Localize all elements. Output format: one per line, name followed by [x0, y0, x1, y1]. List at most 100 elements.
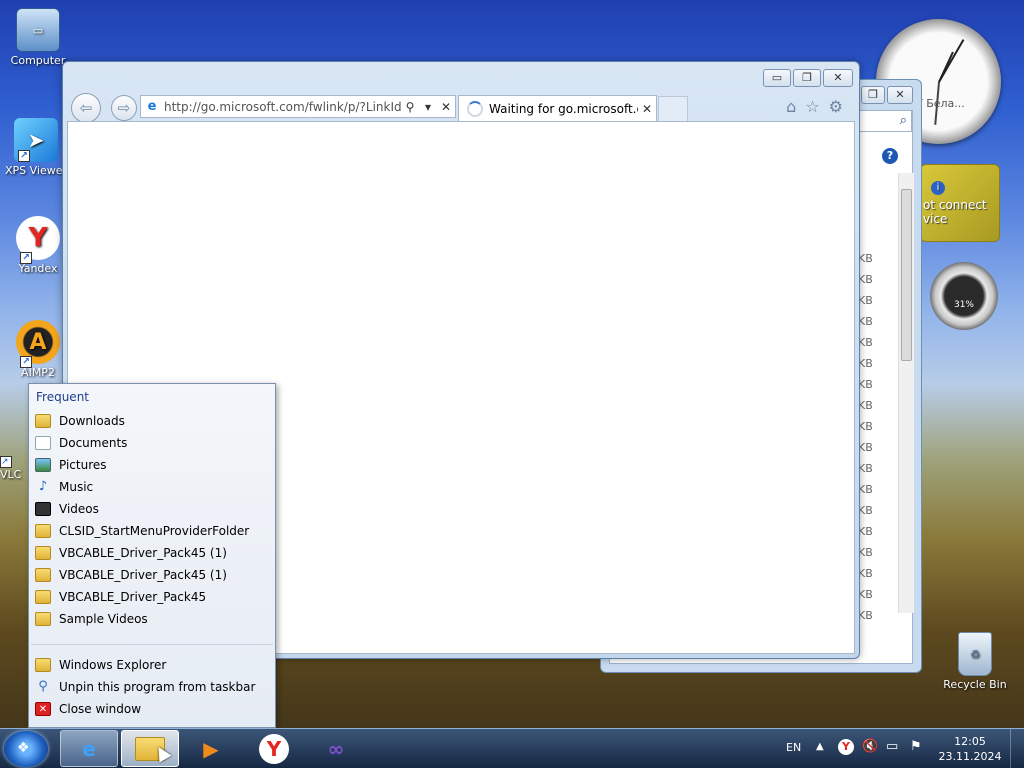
videos-icon: [35, 502, 51, 516]
jump-list-label: Music: [59, 480, 94, 494]
close-window-icon: ✕: [35, 702, 51, 716]
file-size-cell: KB: [858, 399, 873, 412]
explorer-jump-list: Frequent Downloads Documents Pictures ♪ Musi…: [28, 383, 276, 728]
downloads-folder-icon: [35, 414, 51, 428]
desktop-icon-aimp2[interactable]: A ↗ AIMP2: [6, 320, 70, 379]
desktop-icon-computer[interactable]: ▭ Computer: [6, 8, 70, 67]
help-icon[interactable]: ?: [882, 148, 898, 164]
jump-list-separator: [31, 644, 273, 645]
yandex-icon: Y ↗: [16, 216, 60, 264]
loading-spinner-icon: [467, 100, 483, 117]
restore-button[interactable]: ❐: [793, 69, 821, 87]
clock-city-label: Т Бела...: [916, 97, 965, 110]
windows-logo-icon: ❖: [17, 740, 30, 756]
jump-list-label: Videos: [59, 502, 99, 516]
cpu-meter-gadget[interactable]: 31%: [930, 262, 998, 330]
address-url[interactable]: http://go.microsoft.com/fwlink/p/?LinkId…: [164, 100, 401, 114]
file-size-cell: KB: [858, 294, 873, 307]
cpu-percent: 31%: [953, 300, 974, 310]
search-field[interactable]: ⌕: [858, 110, 912, 132]
tray-clock[interactable]: 12:05 23.11.2024: [936, 734, 1004, 764]
taskbar-yandex[interactable]: Y: [245, 730, 303, 767]
info-icon: i: [931, 181, 945, 195]
folder-icon: [35, 524, 51, 538]
file-size-cell: KB: [858, 525, 873, 538]
weather-gadget[interactable]: i ot connect vice: [920, 164, 1000, 242]
jump-list-item[interactable]: VBCABLE_Driver_Pack45 (1): [35, 564, 271, 586]
search-icon[interactable]: ⚲: [401, 100, 419, 114]
file-size-cell: KB: [858, 609, 873, 622]
tab-close-icon[interactable]: ✕: [638, 102, 656, 116]
jump-list-label: Sample Videos: [59, 612, 148, 626]
toolbar-icons: ⌂ ☆ ⚙: [786, 97, 843, 116]
close-button[interactable]: ✕: [823, 69, 853, 87]
jump-list-label: Documents: [59, 436, 128, 450]
minimize-button[interactable]: ▭: [763, 69, 791, 87]
task-windows-explorer[interactable]: Windows Explorer: [35, 654, 271, 676]
settings-gear-icon[interactable]: ⚙: [829, 97, 843, 116]
jump-list-item[interactable]: VBCABLE_Driver_Pack45 (1): [35, 542, 271, 564]
jump-list-item[interactable]: Videos: [35, 498, 271, 520]
stop-icon[interactable]: ✕: [437, 100, 455, 114]
network-icon[interactable]: ▭: [886, 739, 898, 754]
jump-list-item[interactable]: CLSID_StartMenuProviderFolder: [35, 520, 271, 542]
show-desktop-button[interactable]: [1010, 729, 1024, 768]
vertical-scrollbar[interactable]: [898, 173, 914, 613]
desktop-icon-recycle-bin[interactable]: ♻ Recycle Bin: [940, 632, 1010, 691]
xps-icon: ➤ ↗: [14, 118, 58, 162]
infinity-icon: ∞: [327, 736, 345, 761]
action-center-flag-icon[interactable]: ⚑: [910, 739, 922, 754]
jump-list-label: VBCABLE_Driver_Pack45 (1): [59, 568, 227, 582]
pictures-icon: [35, 458, 51, 472]
taskbar-media-player[interactable]: ▶: [182, 730, 240, 767]
task-unpin[interactable]: ⚲ Unpin this program from taskbar: [35, 676, 271, 698]
close-button[interactable]: ✕: [887, 86, 913, 104]
jump-list-label: VBCABLE_Driver_Pack45 (1): [59, 546, 227, 560]
jump-list-item[interactable]: VBCABLE_Driver_Pack45: [35, 586, 271, 608]
desktop-icon-label: XPS Viewer: [4, 164, 68, 177]
desktop-icon-xps-viewer[interactable]: ➤ ↗ XPS Viewer: [4, 118, 68, 177]
folder-icon: [35, 568, 51, 582]
taskbar-windows-explorer[interactable]: [121, 730, 179, 767]
task-label: Windows Explorer: [59, 658, 167, 672]
task-close-window[interactable]: ✕ Close window: [35, 698, 271, 720]
start-button[interactable]: ❖: [4, 731, 48, 767]
size-column: KB KB KB KB KB KB KB KB KB KB KB KB KB KB KB KB KB KB: [858, 248, 880, 626]
weather-status: ot connect vice: [923, 198, 987, 226]
favorites-star-icon[interactable]: ☆: [805, 97, 819, 116]
jump-list-item[interactable]: Documents: [35, 432, 271, 454]
restore-button[interactable]: ❐: [861, 86, 885, 104]
desktop-icon-vlc[interactable]: ↗ VLC: [0, 454, 30, 481]
taskbar-app[interactable]: ∞: [307, 730, 365, 767]
documents-icon: [35, 436, 51, 450]
search-icon: ⌕: [899, 113, 907, 128]
language-indicator[interactable]: EN: [786, 741, 801, 754]
new-tab-button[interactable]: [658, 96, 688, 121]
forward-button[interactable]: ⇨: [111, 95, 137, 121]
folder-icon: [35, 546, 51, 560]
back-button[interactable]: ⇦: [71, 93, 101, 123]
taskbar-internet-explorer[interactable]: e: [60, 730, 118, 767]
scrollbar-thumb[interactable]: [901, 189, 912, 361]
shortcut-icon: ↗: [0, 456, 12, 468]
home-icon[interactable]: ⌂: [786, 97, 796, 116]
jump-list-item[interactable]: Sample Videos: [35, 608, 271, 630]
dropdown-arrow-icon[interactable]: ▾: [419, 100, 437, 114]
jump-list-item[interactable]: Pictures: [35, 454, 271, 476]
ie-page-icon: e: [147, 98, 157, 114]
show-hidden-icons[interactable]: ▲: [816, 741, 824, 752]
jump-list-item[interactable]: Downloads: [35, 410, 271, 432]
music-icon: ♪: [38, 479, 48, 494]
jump-list-item[interactable]: ♪ Music: [35, 476, 271, 498]
explorer-icon: [35, 658, 51, 672]
file-size-cell: KB: [858, 315, 873, 328]
yandex-icon: Y: [259, 733, 289, 764]
desktop-icon-yandex[interactable]: Y ↗ Yandex: [6, 216, 70, 275]
browser-tab[interactable]: Waiting for go.microsoft.c... ✕: [458, 95, 657, 121]
yandex-tray-icon[interactable]: Y: [838, 739, 854, 755]
file-size-cell: KB: [858, 441, 873, 454]
tray-time: 12:05: [954, 735, 986, 748]
volume-muted-icon[interactable]: 🔇: [862, 739, 878, 754]
desktop-icon-label: Recycle Bin: [943, 678, 1007, 691]
address-bar[interactable]: e http://go.microsoft.com/fwlink/p/?Link…: [140, 95, 456, 118]
